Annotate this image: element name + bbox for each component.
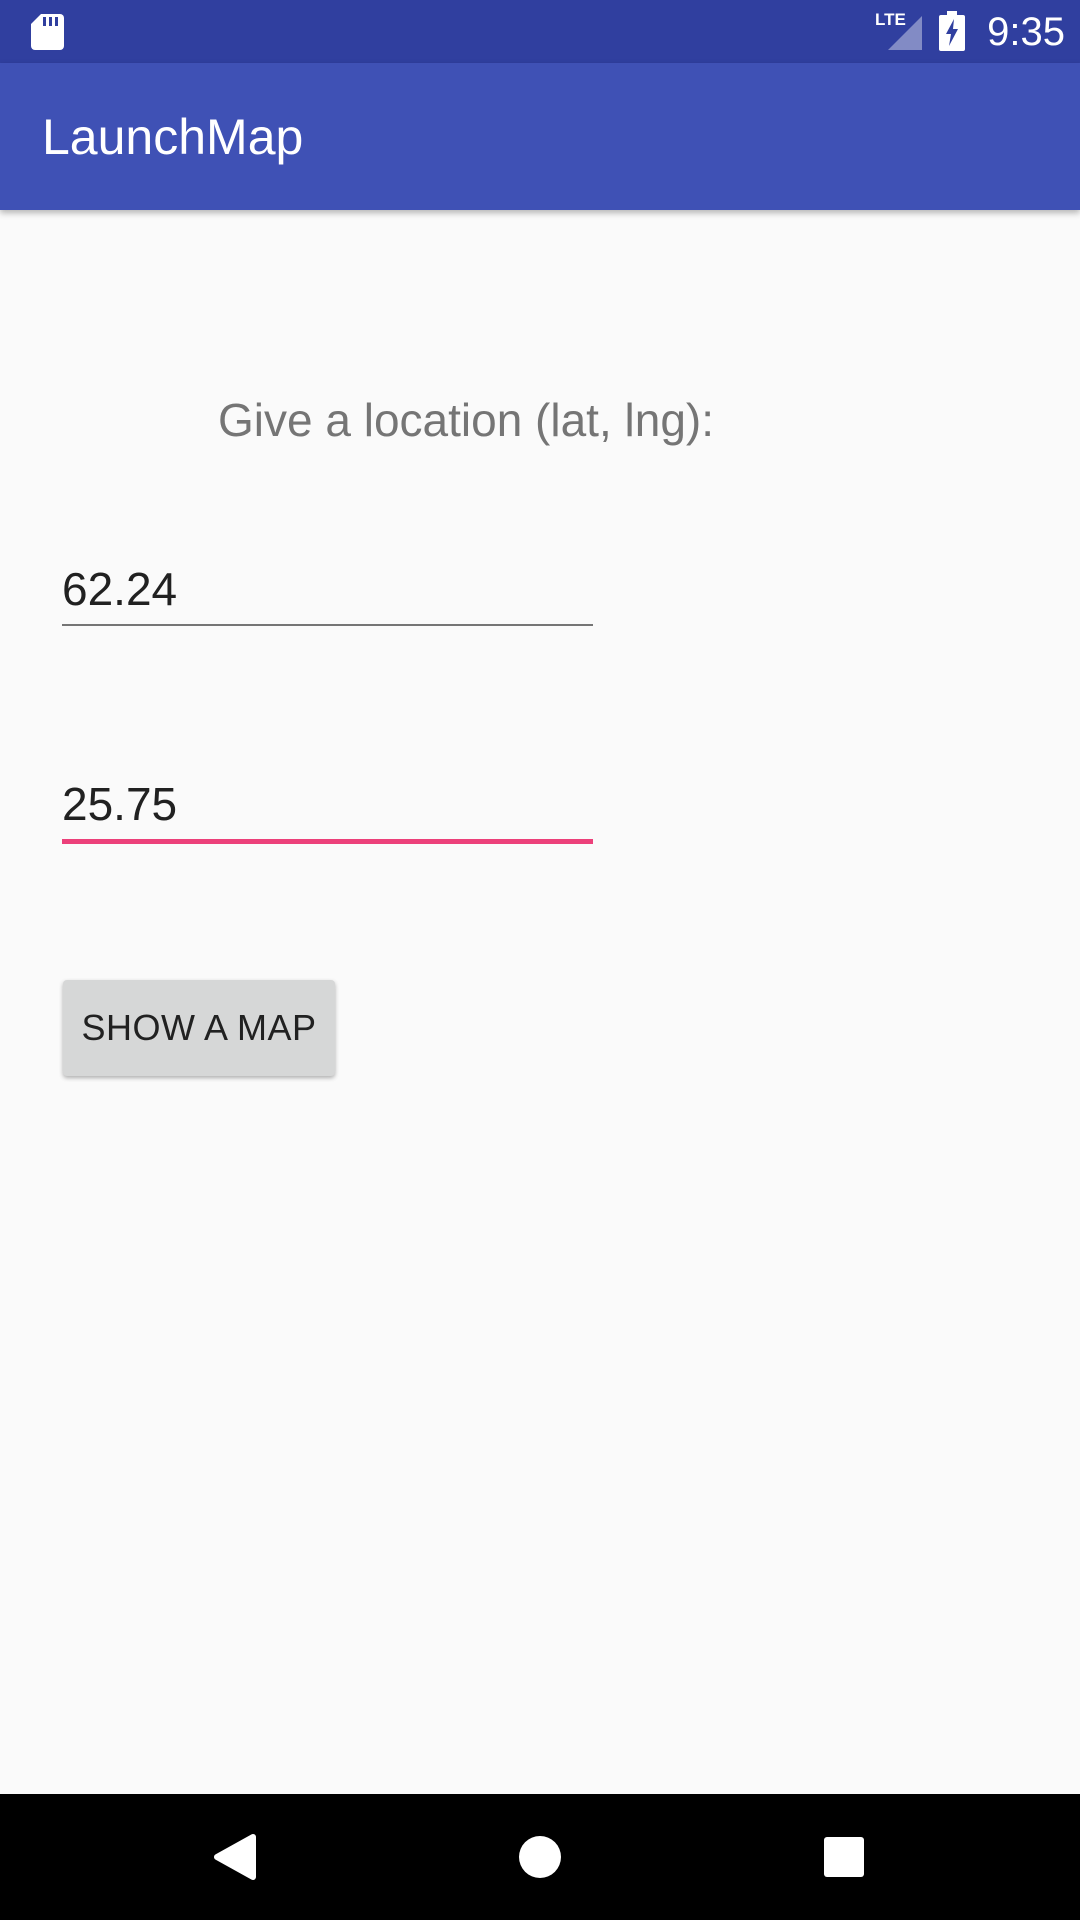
location-prompt-label: Give a location (lat, lng): xyxy=(218,394,715,446)
sd-card-icon xyxy=(31,14,64,50)
svg-text:LTE: LTE xyxy=(875,10,906,29)
latitude-field[interactable] xyxy=(62,561,593,626)
navigation-bar xyxy=(0,1794,1080,1920)
recents-icon[interactable] xyxy=(799,1812,889,1902)
status-bar: LTE 9:35 xyxy=(0,0,1080,63)
app-title: LaunchMap xyxy=(42,109,304,165)
show-map-button[interactable]: SHOW A MAP xyxy=(63,980,335,1076)
back-icon[interactable] xyxy=(190,1812,280,1902)
latitude-underline xyxy=(62,624,593,626)
latitude-input[interactable] xyxy=(62,561,593,617)
longitude-input[interactable] xyxy=(62,776,593,832)
home-icon[interactable] xyxy=(495,1812,585,1902)
longitude-field[interactable] xyxy=(62,776,593,844)
battery-charging-icon xyxy=(939,11,965,51)
app-bar: LaunchMap xyxy=(0,63,1080,210)
status-time: 9:35 xyxy=(987,10,1065,54)
longitude-underline-focused xyxy=(62,839,593,844)
lte-signal-icon: LTE xyxy=(875,10,922,50)
